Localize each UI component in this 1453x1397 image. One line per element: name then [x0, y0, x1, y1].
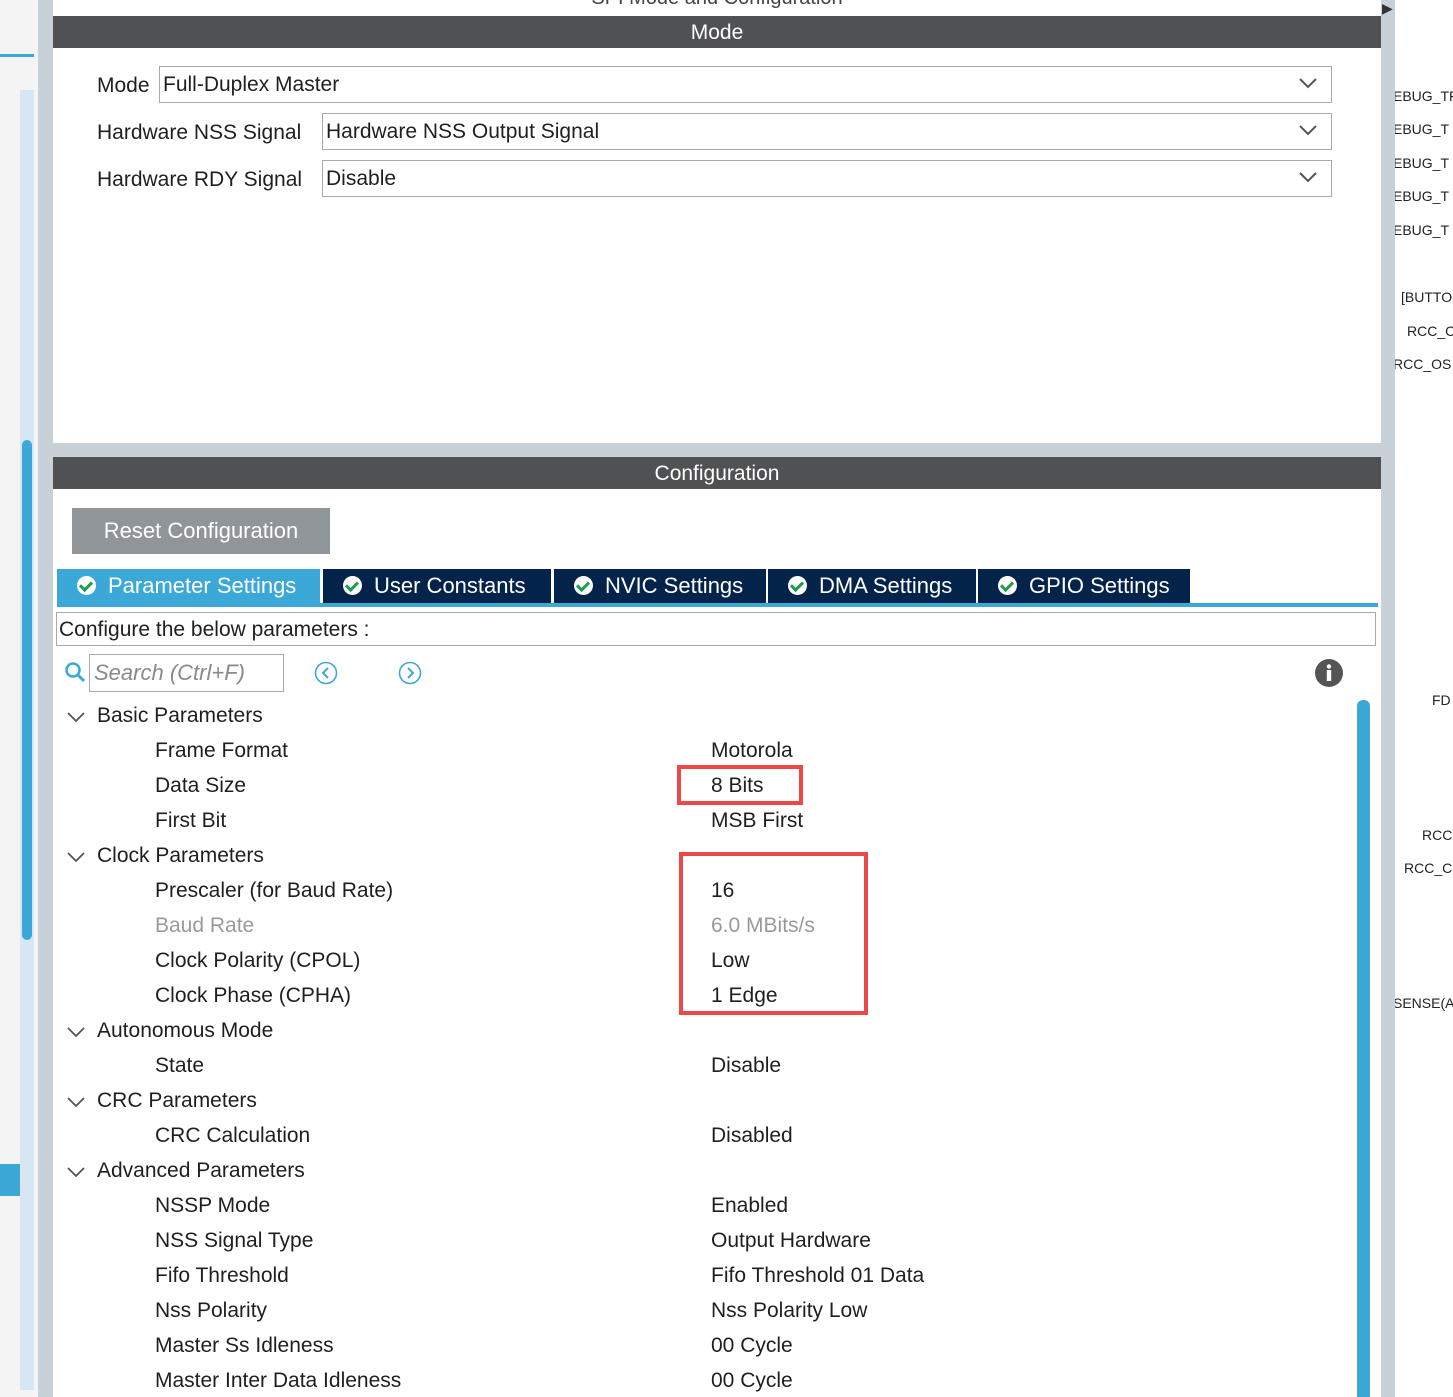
param-label[interactable]: Nss Polarity	[155, 1299, 267, 1323]
param-value[interactable]: 00 Cycle	[711, 1334, 793, 1358]
pin-label[interactable]: RCC_C	[1407, 323, 1453, 339]
chevron-down-icon[interactable]	[66, 1025, 86, 1039]
param-label[interactable]: Data Size	[155, 774, 246, 798]
mode-panel	[53, 48, 1381, 443]
param-label[interactable]: NSSP Mode	[155, 1194, 270, 1218]
configuration-header: Configuration	[53, 457, 1381, 489]
pin-label[interactable]: EBUG_T	[1395, 121, 1449, 137]
check-icon	[77, 576, 96, 595]
tab-user-constants[interactable]: User Constants	[323, 569, 551, 603]
param-label[interactable]: Clock Phase (CPHA)	[155, 984, 351, 1008]
check-icon	[343, 576, 362, 595]
pin-label[interactable]: EBUG_TF	[1395, 88, 1453, 104]
rdy-signal-label: Hardware RDY Signal	[97, 168, 303, 191]
param-value[interactable]: 00 Cycle	[711, 1369, 793, 1393]
highlight-box	[677, 765, 803, 805]
tab-parameter-settings[interactable]: Parameter Settings	[57, 569, 320, 603]
pin-label[interactable]: EBUG_T	[1395, 155, 1449, 171]
check-icon	[788, 576, 807, 595]
rdy-signal-select[interactable]: Disable	[322, 160, 1332, 197]
param-value[interactable]: Output Hardware	[711, 1229, 871, 1253]
tab-gpio-settings[interactable]: GPIO Settings	[978, 569, 1190, 603]
rdy-signal-value: Disable	[326, 167, 397, 190]
mode-label: Mode	[97, 74, 150, 97]
param-value[interactable]: Disable	[711, 1054, 781, 1078]
left-splitter[interactable]	[38, 0, 53, 1397]
chevron-down-icon[interactable]	[66, 1165, 86, 1179]
pin-label[interactable]: EBUG_T	[1395, 222, 1449, 238]
group-crc-parameters[interactable]: CRC Parameters	[97, 1089, 257, 1113]
pin-label[interactable]: FD	[1432, 692, 1451, 708]
right-splitter[interactable]	[1381, 0, 1395, 1397]
group-clock-parameters[interactable]: Clock Parameters	[97, 844, 264, 868]
pinout-panel: EBUG_TF EBUG_T EBUG_T EBUG_T EBUG_T [BUT…	[1395, 0, 1453, 1397]
group-autonomous-mode[interactable]: Autonomous Mode	[97, 1019, 273, 1043]
tab-label: Parameter Settings	[108, 573, 297, 598]
param-value[interactable]: Disabled	[711, 1124, 793, 1148]
tab-dma-settings[interactable]: DMA Settings	[768, 569, 976, 603]
collapse-arrow-icon[interactable]: ▶	[1382, 0, 1394, 16]
param-label[interactable]: State	[155, 1054, 204, 1078]
param-label[interactable]: Master Ss Idleness	[155, 1334, 334, 1358]
param-label[interactable]: CRC Calculation	[155, 1124, 310, 1148]
param-value[interactable]: MSB First	[711, 809, 803, 833]
search-icon[interactable]	[64, 661, 86, 683]
mode-select-value: Full-Duplex Master	[163, 73, 340, 96]
pin-label[interactable]: [BUTTO	[1401, 289, 1452, 305]
tab-label: GPIO Settings	[1029, 573, 1170, 598]
tab-underline	[57, 603, 1378, 607]
pin-label[interactable]: SENSE(A	[1395, 995, 1453, 1011]
instructions-text: Configure the below parameters :	[56, 612, 1376, 646]
tab-label: DMA Settings	[819, 573, 953, 598]
param-label: Baud Rate	[155, 914, 255, 937]
tab-nvic-settings[interactable]: NVIC Settings	[554, 569, 766, 603]
window-title: SPI Mode and Configuration	[53, 0, 1381, 14]
group-basic-parameters[interactable]: Basic Parameters	[97, 704, 263, 728]
previous-icon[interactable]	[314, 661, 338, 685]
chevron-down-icon	[1299, 172, 1317, 183]
highlight-box	[679, 852, 868, 1015]
nss-signal-select[interactable]: Hardware NSS Output Signal	[322, 113, 1332, 150]
panel-splitter[interactable]	[53, 443, 1381, 457]
param-label[interactable]: NSS Signal Type	[155, 1229, 313, 1253]
param-label[interactable]: Master Inter Data Idleness	[155, 1369, 401, 1393]
mode-select[interactable]: Full-Duplex Master	[159, 66, 1332, 103]
param-value[interactable]: Enabled	[711, 1194, 788, 1218]
next-icon[interactable]	[398, 661, 422, 685]
tab-label: User Constants	[374, 573, 526, 598]
check-icon	[998, 576, 1017, 595]
param-label[interactable]: Prescaler (for Baud Rate)	[155, 879, 393, 903]
chevron-down-icon[interactable]	[66, 1095, 86, 1109]
param-label[interactable]: Frame Format	[155, 739, 288, 763]
search-input[interactable]: Search (Ctrl+F)	[89, 654, 284, 692]
param-value[interactable]: Nss Polarity Low	[711, 1299, 867, 1323]
param-label[interactable]: First Bit	[155, 809, 226, 833]
param-label[interactable]: Clock Polarity (CPOL)	[155, 949, 360, 973]
mode-header: Mode	[53, 16, 1381, 48]
info-icon[interactable]	[1314, 658, 1344, 688]
chevron-down-icon[interactable]	[66, 710, 86, 724]
param-value[interactable]: Motorola	[711, 739, 793, 763]
left-panel-accent	[0, 54, 34, 57]
pin-label[interactable]: RCC_C	[1404, 860, 1452, 876]
check-icon	[574, 576, 593, 595]
nss-signal-value: Hardware NSS Output Signal	[326, 120, 600, 143]
group-advanced-parameters[interactable]: Advanced Parameters	[97, 1159, 305, 1183]
left-selected-item[interactable]	[0, 1164, 20, 1196]
pin-label[interactable]: EBUG_T	[1395, 188, 1449, 204]
pin-label[interactable]: RCC_OS	[1395, 356, 1451, 372]
param-label[interactable]: Fifo Threshold	[155, 1264, 289, 1288]
param-value[interactable]: Fifo Threshold 01 Data	[711, 1264, 924, 1288]
tab-label: NVIC Settings	[605, 573, 744, 598]
chevron-down-icon	[1299, 78, 1317, 89]
chevron-down-icon[interactable]	[66, 850, 86, 864]
pin-label[interactable]: RCC	[1422, 827, 1452, 843]
params-scrollbar-thumb[interactable]	[1357, 700, 1370, 1397]
chevron-down-icon	[1299, 125, 1317, 136]
reset-configuration-button[interactable]: Reset Configuration	[72, 508, 330, 554]
nss-signal-label: Hardware NSS Signal	[97, 121, 302, 144]
left-scrollbar-thumb[interactable]	[22, 440, 32, 940]
